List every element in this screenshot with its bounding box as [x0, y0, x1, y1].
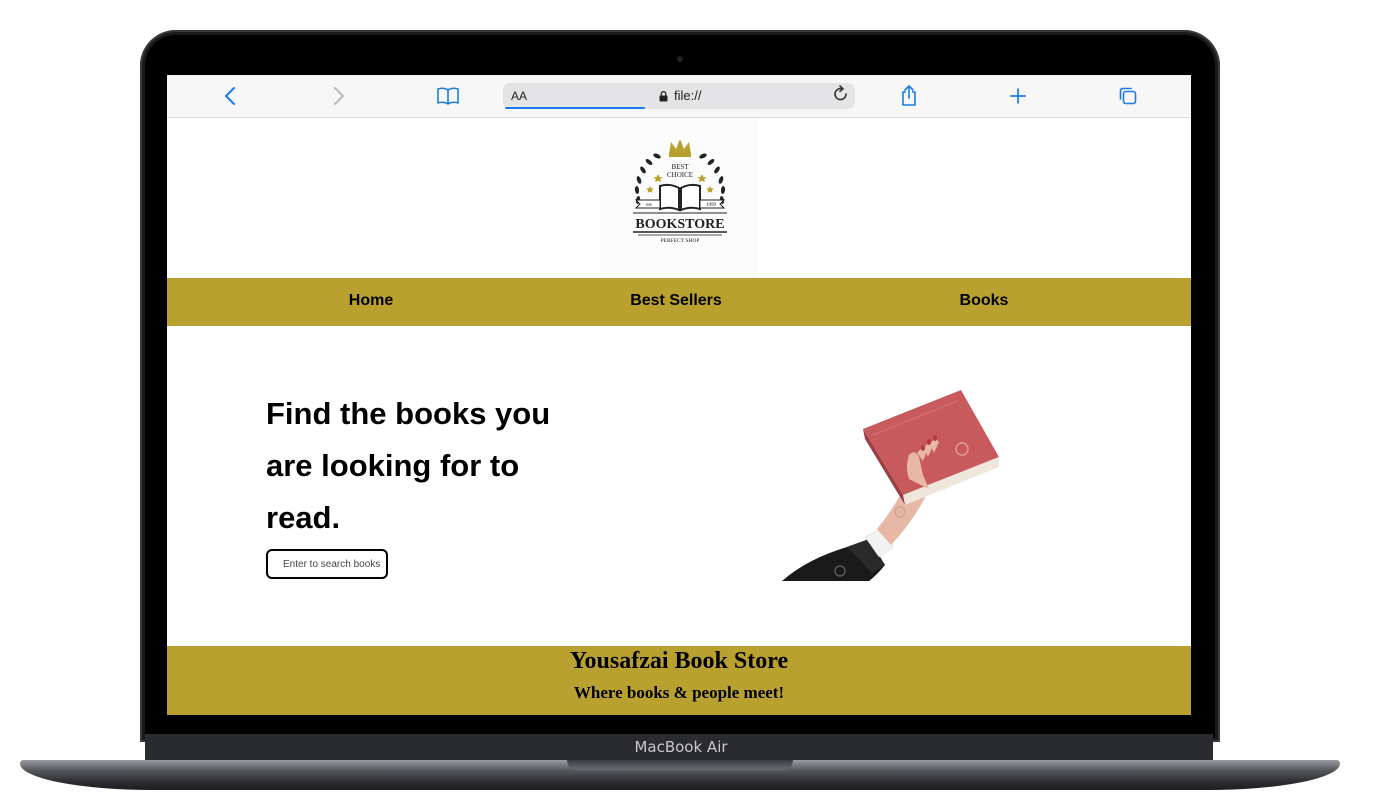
- screen: AA file:// BEST CHOICE est 1999 BOOKSTOR…: [167, 75, 1191, 715]
- camera-dot: [677, 56, 683, 62]
- logo-line2: CHOICE: [667, 171, 693, 179]
- site-footer: Yousafzai Book Store Where books & peopl…: [167, 646, 1191, 715]
- reload-icon[interactable]: [833, 85, 849, 108]
- footer-tagline: Where books & people meet!: [573, 683, 785, 702]
- logo-right-ribbon: 1999: [706, 203, 717, 208]
- footer-title: Yousafzai Book Store: [569, 648, 789, 674]
- book-icon[interactable]: [435, 83, 461, 109]
- logo-tagline: PERFECT SHOP: [661, 238, 700, 244]
- bookstore-logo[interactable]: BEST CHOICE est 1999 BOOKSTORE PERFECT S…: [600, 118, 758, 278]
- browser-toolbar: AA file://: [167, 75, 1191, 118]
- logo-name: BOOKSTORE: [635, 217, 724, 232]
- url-text: file://: [674, 88, 702, 103]
- open-book-icon: [659, 183, 701, 212]
- chevron-right-icon[interactable]: [326, 83, 352, 109]
- laptop-notch: [567, 760, 793, 770]
- tabs-icon[interactable]: [1115, 83, 1141, 109]
- hero-headline: Find the books you are looking for to re…: [266, 396, 551, 535]
- nav-best-sellers[interactable]: Best Sellers: [630, 292, 722, 310]
- chevron-left-icon[interactable]: [217, 83, 243, 109]
- address-bar[interactable]: AA file://: [503, 83, 855, 109]
- text-size-button[interactable]: AA: [511, 89, 527, 103]
- nav-home[interactable]: Home: [349, 292, 393, 310]
- share-icon[interactable]: [896, 83, 922, 109]
- logo-left-ribbon: est: [646, 203, 652, 208]
- crown-icon: [669, 139, 691, 157]
- page-load-progress: [505, 107, 645, 109]
- lock-icon: [659, 89, 668, 107]
- model-label: MacBook Air: [634, 738, 728, 756]
- main-nav: Home Best Sellers Books: [167, 278, 1191, 326]
- logo-line1: BEST: [671, 163, 689, 171]
- plus-icon[interactable]: [1005, 83, 1031, 109]
- nav-books[interactable]: Books: [960, 292, 1009, 310]
- book-search-input[interactable]: [266, 549, 388, 579]
- hand-holding-book-image: [777, 387, 1007, 588]
